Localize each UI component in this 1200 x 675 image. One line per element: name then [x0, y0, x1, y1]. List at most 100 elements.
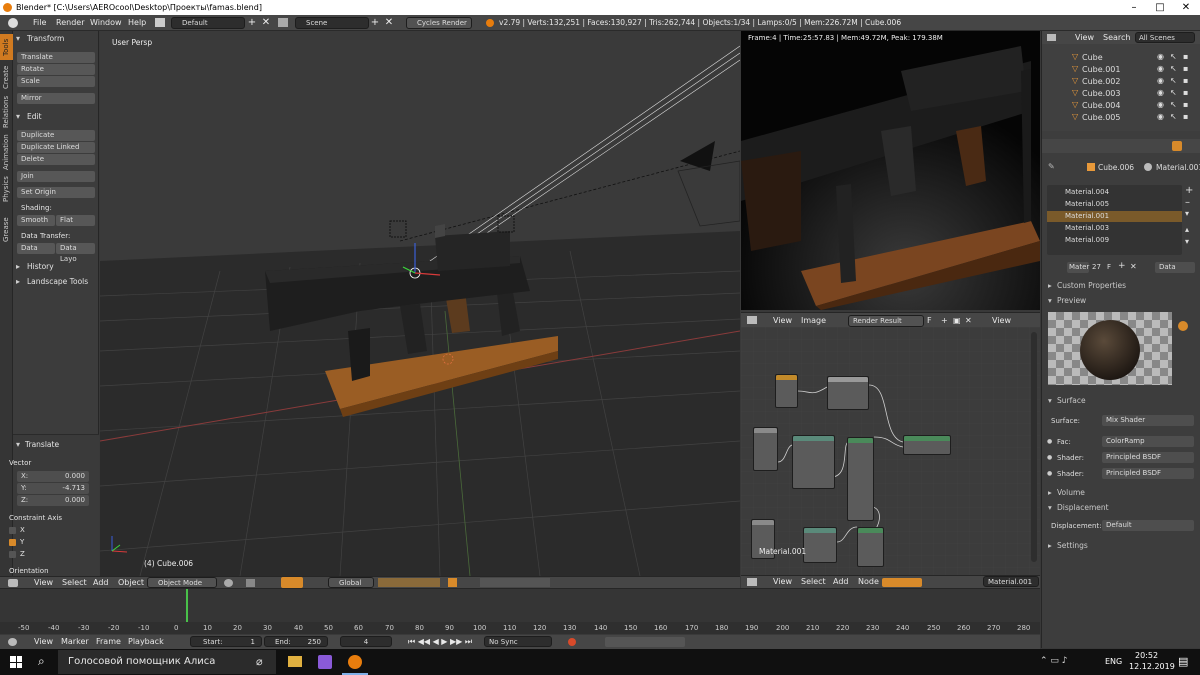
outliner-editor-icon[interactable]	[1047, 34, 1056, 41]
mode-select[interactable]: Object Mode	[147, 577, 217, 588]
add-layout-button[interactable]: +	[246, 17, 258, 29]
select-arrow-icon[interactable]: ↖	[1170, 76, 1177, 85]
search-icon[interactable]: ⌕	[38, 654, 45, 669]
displacement-header[interactable]: Displacement	[1057, 503, 1109, 512]
menu-render[interactable]: Render	[56, 18, 84, 28]
visibility-eye-icon[interactable]: ◉	[1157, 76, 1164, 85]
timeline-menu-frame[interactable]: Frame	[96, 637, 121, 647]
minimize-button[interactable]: –	[1121, 0, 1147, 15]
render-camera-icon[interactable]: ▪	[1183, 76, 1188, 85]
settings-expand-icon[interactable]: ▸	[1048, 541, 1052, 550]
system-tray-icons[interactable]: ⌃ ▭ ♪	[1040, 656, 1068, 666]
edit-header[interactable]: Edit	[27, 112, 42, 121]
close-image-icon[interactable]: ✕	[965, 316, 972, 326]
menu-help[interactable]: Help	[128, 18, 146, 28]
node-principled-bsdf[interactable]	[847, 437, 874, 521]
render-camera-icon[interactable]: ▪	[1183, 112, 1188, 121]
displacement-select[interactable]: Default	[1102, 520, 1194, 531]
slot-specials-button[interactable]: ▾	[1185, 209, 1189, 218]
shader2-input-select[interactable]: Principled BSDF	[1102, 468, 1194, 479]
render-camera-icon[interactable]: ▪	[1183, 88, 1188, 97]
transform-collapse-icon[interactable]: ▾	[16, 34, 20, 43]
layout-icon[interactable]	[155, 18, 165, 27]
vector-z-field[interactable]: Z: 0.000	[17, 495, 89, 506]
maximize-button[interactable]: □	[1147, 0, 1173, 15]
move-slot-up-button[interactable]: ▴	[1185, 225, 1189, 234]
outliner-menu-search[interactable]: Search	[1103, 33, 1130, 43]
outliner-row[interactable]: ▽ Cube.002 ◉ ↖ ▪	[1042, 75, 1200, 87]
start-frame-field[interactable]: Start: 1	[190, 636, 262, 647]
keying-set-field[interactable]	[605, 637, 685, 647]
visual-studio-icon[interactable]	[318, 655, 332, 669]
visibility-eye-icon[interactable]: ◉	[1157, 88, 1164, 97]
render-camera-icon[interactable]: ▪	[1183, 64, 1188, 73]
remove-layout-button[interactable]: ✕	[260, 17, 272, 29]
microphone-icon[interactable]: ⌀	[256, 655, 263, 668]
pivot-icon[interactable]	[246, 579, 255, 587]
timeline-track[interactable]	[0, 589, 1040, 622]
node-mix-shader[interactable]	[903, 435, 951, 455]
translate-button[interactable]: Translate	[17, 52, 95, 63]
visibility-eye-icon[interactable]: ◉	[1157, 100, 1164, 109]
outliner-row[interactable]: ▽ Cube.001 ◉ ↖ ▪	[1042, 63, 1200, 75]
editor-type-icon[interactable]	[8, 18, 18, 28]
file-explorer-icon[interactable]	[288, 656, 302, 667]
join-button[interactable]: Join	[17, 171, 95, 182]
history-header[interactable]: History	[27, 262, 54, 271]
rotate-button[interactable]: Rotate	[17, 64, 95, 75]
remove-slot-button[interactable]: –	[1185, 197, 1190, 208]
material-slot[interactable]: Material.004	[1047, 187, 1182, 198]
outliner-menu-view[interactable]: View	[1075, 33, 1094, 43]
tab-physics[interactable]: Physics	[0, 174, 13, 204]
node-menu-view[interactable]: View	[773, 577, 792, 587]
timeline[interactable]: -50 -40 -30 -20 -10 0 10 20 30 40 50 60 …	[0, 588, 1040, 635]
select-arrow-icon[interactable]: ↖	[1170, 52, 1177, 61]
scene-field[interactable]: Scene	[295, 17, 369, 29]
vector-x-field[interactable]: X: 0.000	[17, 471, 89, 482]
image-view-select[interactable]: View	[992, 316, 1011, 326]
node-1[interactable]	[775, 374, 798, 408]
custom-properties-expand-icon[interactable]: ▸	[1048, 281, 1052, 290]
manipulator-toggle[interactable]	[281, 577, 303, 588]
select-arrow-icon[interactable]: ↖	[1170, 64, 1177, 73]
duplicate-button[interactable]: Duplicate	[17, 130, 95, 141]
new-material-button[interactable]: +	[1118, 261, 1126, 271]
node-menu-select[interactable]: Select	[801, 577, 826, 587]
material-slot[interactable]: Material.005	[1047, 199, 1182, 210]
add-scene-button[interactable]: +	[369, 17, 381, 29]
tab-tools[interactable]: Tools	[0, 34, 13, 60]
scale-button[interactable]: Scale	[17, 76, 95, 87]
start-icon[interactable]	[10, 656, 22, 668]
visibility-eye-icon[interactable]: ◉	[1157, 112, 1164, 121]
surface-expand-icon[interactable]: ▾	[1048, 396, 1052, 405]
render-layer-icon[interactable]	[448, 578, 457, 587]
render-camera-icon[interactable]: ▪	[1183, 52, 1188, 61]
surface-header[interactable]: Surface	[1057, 396, 1086, 405]
transform-header[interactable]: Transform	[27, 34, 64, 43]
data-button[interactable]: Data	[17, 243, 55, 254]
timeline-menu-view[interactable]: View	[34, 637, 53, 647]
search-box[interactable]: Голосовой помощник Алиса ⌀	[58, 650, 276, 674]
menu-select[interactable]: Select	[62, 578, 87, 588]
layers-grid[interactable]	[378, 578, 440, 587]
set-origin-button[interactable]: Set Origin	[17, 187, 95, 198]
material-datablock-field[interactable]: Mater	[1067, 262, 1089, 273]
preview-header[interactable]: Preview	[1057, 296, 1086, 305]
render-engine-select[interactable]: Cycles Render	[406, 17, 472, 29]
orientation-select[interactable]: Global	[328, 577, 374, 588]
render-preview[interactable]: Frame:4 | Time:25:57.83 | Mem:49.72M, Pe…	[741, 31, 1040, 310]
outliner-row[interactable]: ▽ Cube.005 ◉ ↖ ▪	[1042, 111, 1200, 123]
axis-z-checkbox[interactable]	[9, 551, 16, 558]
node-menu-node[interactable]: Node	[858, 577, 879, 587]
sync-mode-select[interactable]: No Sync	[484, 636, 552, 647]
tab-create[interactable]: Create	[0, 63, 13, 91]
node-image-texture[interactable]	[827, 376, 869, 410]
current-frame-indicator[interactable]	[186, 589, 188, 622]
current-frame-field[interactable]: 4	[340, 636, 392, 647]
volume-expand-icon[interactable]: ▸	[1048, 488, 1052, 497]
select-arrow-icon[interactable]: ↖	[1170, 100, 1177, 109]
menu-view[interactable]: View	[34, 578, 53, 588]
preview-expand-icon[interactable]: ▾	[1048, 296, 1052, 305]
node-menu-add[interactable]: Add	[833, 577, 849, 587]
edit-collapse-icon[interactable]: ▾	[16, 112, 20, 121]
